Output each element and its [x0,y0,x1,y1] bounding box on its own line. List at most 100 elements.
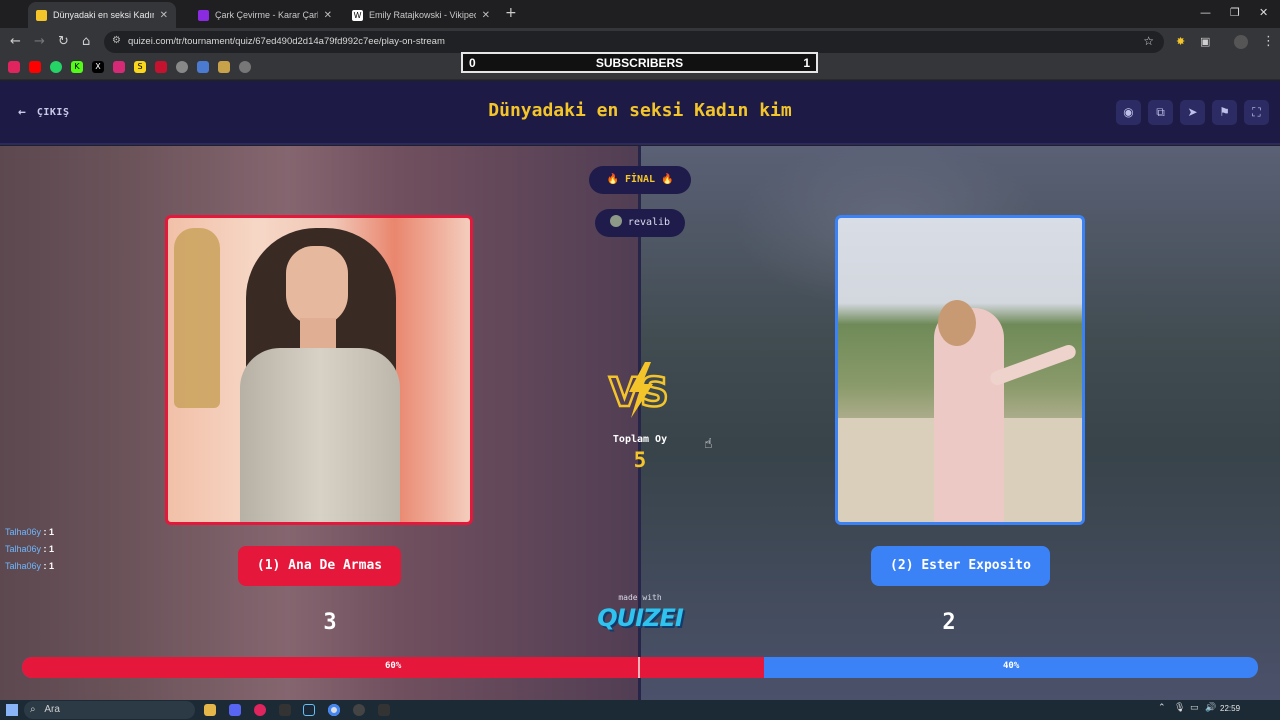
file-explorer-icon[interactable] [204,704,216,716]
chat-user: Talha06y [5,544,42,554]
vote-button-right[interactable]: (2) Ester Exposito [871,546,1050,586]
minimize-icon[interactable]: — [1200,6,1211,19]
app-icon[interactable] [378,704,390,716]
total-votes-label: Toplam Oy [612,434,668,445]
made-with-label: made with [618,593,662,602]
windows-taskbar: ⌕ Ara ⌃ 🎙 ▭ 🔊 22:59 [0,700,1280,720]
contestant-right-image[interactable] [835,215,1085,525]
progress-midline [638,657,640,678]
chat-vote: 1 [49,544,55,554]
chrome-icon[interactable] [328,704,340,716]
s-bookmark-icon[interactable]: S [134,61,146,73]
game-bookmark-icon[interactable] [218,61,230,73]
menu-kebab-icon[interactable]: ⋮ [1262,34,1275,49]
avatar [609,215,622,227]
obs-icon[interactable] [353,704,365,716]
url-field[interactable]: ⚙ quizei.com/tr/tournament/quiz/67ed490d… [104,31,1164,53]
tab-label: Çark Çevirme - Karar Çarkı! [215,10,318,20]
steam-icon[interactable] [303,704,315,716]
instagram-bookmark-icon[interactable] [113,61,125,73]
network-icon[interactable]: ▭ [1190,703,1199,713]
eye-icon[interactable]: ◉ [1116,100,1141,125]
tab-label: Dünyadaki en seksi Kadın kim - [53,10,154,20]
browser-tab-bar: Dünyadaki en seksi Kadın kim - ✕ Çark Çe… [0,0,1280,28]
vote-count-left: 3 [323,610,337,635]
close-icon[interactable]: ✕ [482,10,490,21]
kick-bookmark-icon[interactable]: K [71,61,83,73]
search-placeholder: Ara [44,704,60,715]
dress-shape [240,348,400,522]
trophy-shape [174,228,220,408]
browser-tab[interactable]: Dünyadaki en seksi Kadın kim - ✕ [28,2,176,28]
bookmark-star-icon[interactable]: ☆ [1143,34,1154,48]
taskbar-search-input[interactable]: ⌕ Ara [24,701,195,719]
chat-vote: 1 [49,561,55,571]
wheel-favicon-icon [198,9,209,21]
chat-vote: 1 [49,527,55,537]
restore-icon[interactable]: ❐ [1230,6,1240,19]
app-icon[interactable] [254,704,266,716]
home-icon[interactable]: ⌂ [82,34,90,49]
x-bookmark-icon[interactable]: X [92,61,104,73]
chat-message: Talha06y : 1 [5,527,55,537]
web-bookmark-icon[interactable] [239,61,251,73]
reload-icon[interactable]: ↻ [58,34,69,49]
streamer-name: revalib [627,217,671,228]
tab-label: Emily Ratajkowski - Vikipedi [369,10,476,20]
red-bookmark-icon[interactable] [155,61,167,73]
chat-user: Talha06y [5,527,42,537]
browser-tab[interactable]: W Emily Ratajkowski - Vikipedi ✕ [344,2,498,28]
close-icon[interactable]: ✕ [160,10,168,21]
app-icon[interactable] [279,704,291,716]
subscribers-label: SUBSCRIBERS [595,56,684,70]
battle-stage: 🔥 FİNAL 🔥 revalib VS Toplam Oy 5 ☝ (1) A… [0,146,1280,700]
back-icon[interactable]: ← [10,34,21,49]
clock: 22:59 [1220,704,1241,713]
youtube-bookmark-icon[interactable] [29,61,41,73]
flag-icon[interactable]: ⚑ [1212,100,1237,125]
hand-cursor-icon: ☝ [704,436,713,452]
new-tab-icon[interactable]: + [505,5,517,21]
window-close-icon[interactable]: ✕ [1259,6,1268,19]
globe-bookmark-icon[interactable] [176,61,188,73]
vote-progress-bar: 60% 40% [22,657,1258,678]
windows-start-icon[interactable] [6,704,18,716]
site-info-icon[interactable]: ⚙ [112,35,121,46]
contestant-left-image[interactable] [165,215,473,525]
wikipedia-favicon-icon: W [352,9,363,21]
vs-lightning-icon: VS [608,362,670,418]
quizei-favicon-icon [36,9,47,21]
face-shape [286,246,348,326]
forward-icon[interactable]: → [34,34,45,49]
chevron-up-icon[interactable]: ⌃ [1158,703,1166,713]
chat-message: Talha06y : 1 [5,561,55,571]
send-icon[interactable]: ➤ [1180,100,1205,125]
round-badge: 🔥 FİNAL 🔥 [589,166,691,194]
share-icon[interactable]: ⧉ [1148,100,1173,125]
extensions-puzzle-icon[interactable]: ▣ [1200,35,1210,48]
microphone-icon[interactable]: 🎙 [1174,703,1185,713]
profile-avatar[interactable] [1234,35,1248,49]
fullscreen-icon[interactable]: ⛶ [1244,100,1269,125]
streamer-badge: revalib [595,209,685,237]
youtube-bookmark-icon[interactable] [8,61,20,73]
quizei-logo[interactable]: QUIZEI [588,604,692,632]
close-icon[interactable]: ✕ [324,10,332,21]
vote-button-left[interactable]: (1) Ana De Armas [238,546,401,586]
url-text: quizei.com/tr/tournament/quiz/67ed490d2d… [128,36,445,47]
progress-right-label: 40% [1003,661,1020,671]
chart-bookmark-icon[interactable] [197,61,209,73]
page-title: Dünyadaki en seksi Kadın kim [488,100,792,121]
vote-count-right: 2 [942,610,956,635]
progress-left-label: 60% [385,661,402,671]
extension-icon[interactable]: ✸ [1176,35,1185,48]
volume-icon[interactable]: 🔊 [1205,703,1216,713]
head-shape [938,300,976,346]
whatsapp-bookmark-icon[interactable] [50,61,62,73]
quiz-header: ← ÇIKIŞ Dünyadaki en seksi Kadın kim ◉ ⧉… [0,81,1280,145]
subscribers-right-value: 1 [803,56,810,70]
browser-tab[interactable]: Çark Çevirme - Karar Çarkı! ✕ [190,2,340,28]
total-votes-value: 5 [633,448,647,472]
discord-icon[interactable] [229,704,241,716]
chat-user: Talha06y [5,561,42,571]
